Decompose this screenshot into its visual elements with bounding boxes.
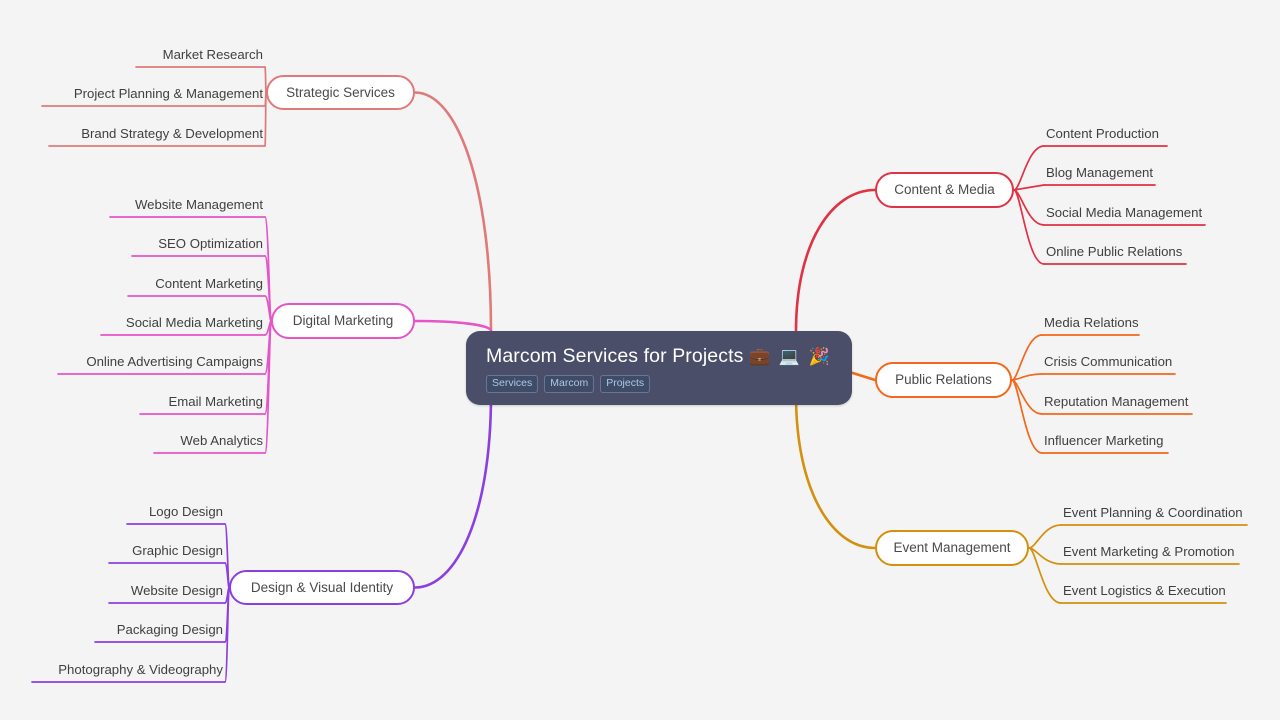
leaf-node[interactable]: Media Relations bbox=[1042, 315, 1139, 335]
leaf-node[interactable]: Web Analytics bbox=[154, 433, 265, 453]
leaf-node-label: Event Marketing & Promotion bbox=[1063, 544, 1235, 559]
leaf-node[interactable]: Website Management bbox=[110, 197, 265, 217]
leaf-node-label: Blog Management bbox=[1046, 165, 1154, 180]
leaf-node-label: Content Production bbox=[1046, 126, 1159, 141]
leaf-node[interactable]: Email Marketing bbox=[140, 394, 265, 414]
leaf-node-label: Reputation Management bbox=[1044, 394, 1189, 409]
branch-node-strategic-services[interactable]: Strategic Services bbox=[266, 75, 415, 110]
leaf-node-label: Online Advertising Campaigns bbox=[86, 354, 263, 369]
branch-node-label: Strategic Services bbox=[286, 84, 395, 100]
branch-node-digital-marketing[interactable]: Digital Marketing bbox=[271, 303, 415, 339]
branch-node-label: Design & Visual Identity bbox=[250, 579, 394, 595]
leaf-node[interactable]: SEO Optimization bbox=[132, 236, 265, 256]
leaf-node[interactable]: Social Media Management bbox=[1044, 205, 1205, 225]
leaf-node[interactable]: Online Advertising Campaigns bbox=[58, 354, 265, 374]
leaf-node[interactable]: Social Media Marketing bbox=[101, 315, 265, 335]
connector bbox=[1013, 145, 1045, 191]
leaf-node[interactable]: Market Research bbox=[136, 47, 265, 67]
leaf-node[interactable]: Influencer Marketing bbox=[1042, 433, 1168, 453]
leaf-node[interactable]: Graphic Design bbox=[109, 543, 225, 563]
connector bbox=[264, 320, 272, 454]
leaf-node-label: Event Planning & Coordination bbox=[1063, 505, 1243, 520]
connector bbox=[794, 188, 877, 333]
leaf-node[interactable]: Content Marketing bbox=[128, 276, 265, 296]
mindmap-canvas: Marcom Services for Projects 💼 💻 🎉 Servi… bbox=[0, 0, 1280, 720]
connector bbox=[1028, 547, 1062, 604]
connector bbox=[1028, 524, 1062, 549]
root-node[interactable]: Marcom Services for Projects 💼 💻 🎉 Servi… bbox=[466, 331, 852, 405]
root-tag-list: Services Marcom Projects bbox=[486, 375, 832, 393]
connector bbox=[1011, 379, 1043, 415]
connector bbox=[413, 319, 493, 333]
root-tag[interactable]: Marcom bbox=[544, 375, 595, 393]
leaf-node[interactable]: Blog Management bbox=[1044, 165, 1155, 185]
branch-node-label: Public Relations bbox=[895, 372, 992, 387]
leaf-node[interactable]: Website Design bbox=[109, 583, 225, 603]
leaf-node[interactable]: Photography & Videography bbox=[32, 662, 225, 682]
leaf-node[interactable]: Logo Design bbox=[127, 504, 225, 524]
leaf-node[interactable]: Crisis Communication bbox=[1042, 354, 1175, 374]
leaf-node-label: Crisis Communication bbox=[1044, 354, 1173, 369]
leaf-node-label: Project Planning & Management bbox=[73, 86, 263, 101]
branch-node-label: Event Management bbox=[893, 540, 1011, 555]
leaf-node-label: Web Analytics bbox=[180, 433, 263, 448]
leaf-node[interactable]: Online Public Relations bbox=[1044, 244, 1186, 264]
root-tag[interactable]: Projects bbox=[600, 375, 651, 393]
branch-node-public-relations[interactable]: Public Relations bbox=[875, 362, 1012, 398]
connector bbox=[794, 393, 877, 550]
leaf-node-label: Content Marketing bbox=[155, 276, 263, 291]
leaf-node[interactable]: Brand Strategy & Development bbox=[49, 126, 265, 146]
root-tag[interactable]: Services bbox=[486, 375, 539, 393]
connector bbox=[413, 91, 493, 333]
leaf-node-label: Email Marketing bbox=[168, 394, 263, 409]
branch-node-label: Content & Media bbox=[894, 182, 995, 197]
branch-node-label: Digital Marketing bbox=[292, 313, 394, 328]
leaf-node[interactable]: Event Planning & Coordination bbox=[1061, 505, 1247, 525]
branch-node-event-management[interactable]: Event Management bbox=[875, 530, 1029, 566]
leaf-node-label: Influencer Marketing bbox=[1044, 433, 1164, 448]
leaf-node-label: Photography & Videography bbox=[58, 662, 223, 677]
leaf-node-label: Market Research bbox=[162, 47, 263, 62]
leaf-node[interactable]: Event Marketing & Promotion bbox=[1061, 544, 1239, 564]
leaf-node-label: Website Design bbox=[130, 583, 223, 598]
leaf-node-label: Packaging Design bbox=[116, 622, 223, 637]
connector bbox=[1011, 379, 1043, 454]
connector bbox=[264, 91, 267, 147]
leaf-node[interactable]: Content Production bbox=[1044, 126, 1167, 146]
root-title: Marcom Services for Projects 💼 💻 🎉 bbox=[486, 345, 832, 368]
leaf-node[interactable]: Project Planning & Management bbox=[42, 86, 265, 106]
connector bbox=[1013, 189, 1045, 226]
leaf-node-label: Event Logistics & Execution bbox=[1063, 583, 1226, 598]
connector bbox=[1011, 334, 1043, 381]
leaf-node-label: Brand Strategy & Development bbox=[81, 126, 263, 141]
leaf-node-label: Website Management bbox=[134, 197, 263, 212]
leaf-node-label: Media Relations bbox=[1044, 315, 1139, 330]
leaf-node-label: Social Media Marketing bbox=[125, 315, 263, 330]
leaf-node-label: Online Public Relations bbox=[1046, 244, 1183, 259]
leaf-node[interactable]: Event Logistics & Execution bbox=[1061, 583, 1226, 603]
leaf-node-label: Social Media Management bbox=[1046, 205, 1203, 220]
root-title-emojis: 💼 💻 🎉 bbox=[748, 347, 832, 366]
connector bbox=[1013, 189, 1045, 265]
connector bbox=[413, 393, 493, 589]
leaf-node[interactable]: Packaging Design bbox=[95, 622, 225, 642]
branch-node-design-visual-identity[interactable]: Design & Visual Identity bbox=[229, 570, 415, 605]
root-title-text: Marcom Services for Projects bbox=[486, 345, 744, 367]
leaf-node-label: Graphic Design bbox=[132, 543, 223, 558]
leaf-node-label: Logo Design bbox=[148, 504, 223, 519]
leaf-node-label: SEO Optimization bbox=[158, 236, 263, 251]
leaf-node[interactable]: Reputation Management bbox=[1042, 394, 1192, 414]
branch-node-content-media[interactable]: Content & Media bbox=[875, 172, 1014, 208]
